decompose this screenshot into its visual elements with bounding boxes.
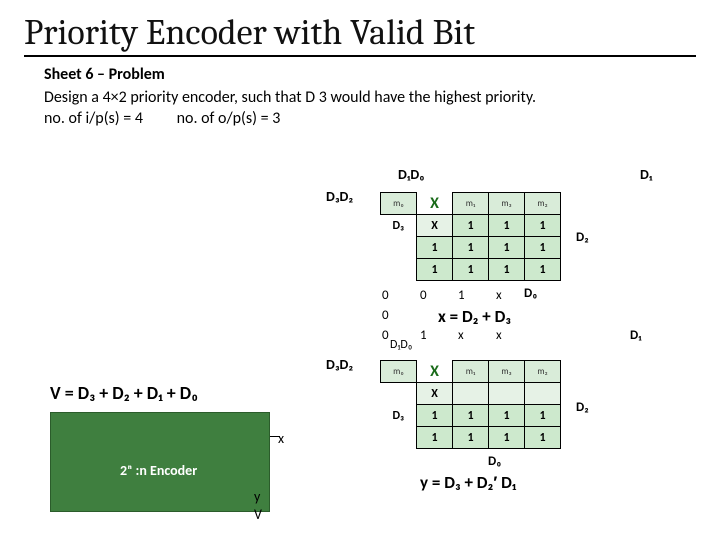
midcol-4c: x <box>496 328 502 343</box>
kmap-y-r0c1 <box>453 383 489 405</box>
midcol-4a: x <box>496 288 502 303</box>
midcol-1c: 0 <box>382 328 389 343</box>
midcol-1b: 0 <box>382 308 389 323</box>
kmap-y-r1c1: 1 <box>453 405 489 427</box>
equation-x: x = D₂ + D₃ <box>438 306 511 327</box>
label-d3d2-bot: D₃D₂ <box>326 356 353 373</box>
output-count: no. of o/p(s) = 3 <box>177 109 281 128</box>
label-d1-right: D₁ <box>640 166 652 183</box>
kmap-y-r0c3 <box>525 383 561 405</box>
kmap-x-r0c2: 1 <box>489 215 525 237</box>
kmap-y-m1: m₁ <box>453 361 489 383</box>
kmap-x-rowlab-d3: D₃ <box>381 215 417 237</box>
kmap-x-m3: m₃ <box>489 193 525 215</box>
kmap-x-r1c2: 1 <box>489 237 525 259</box>
kmap-x-r0c0: X <box>417 215 453 237</box>
encoder-label: 2ⁿ :n Encoder <box>120 462 197 479</box>
kmap-x-m2: m₂ <box>525 193 561 215</box>
kmap-y-r1c2: 1 <box>489 405 525 427</box>
midcol-3c: x <box>458 328 464 343</box>
kmap-x: m₀ X m₁ m₃ m₂ D₃ X 1 1 1 1 1 1 1 1 1 1 1 <box>380 192 561 281</box>
sheet-subtitle: Sheet 6 – Problem <box>44 65 720 84</box>
equation-y: y = D₃ + D₂′ D₁ <box>420 472 516 493</box>
kmap-y-r2c1: 1 <box>453 427 489 449</box>
kmap-x-r0c3: 1 <box>525 215 561 237</box>
kmap-y-r0c2 <box>489 383 525 405</box>
midcol-2a: 0 <box>420 288 427 303</box>
kmap-y-m3: m₃ <box>489 361 525 383</box>
kmap-x-r1c0: 1 <box>417 237 453 259</box>
label-d1d0-bot: D₁D₀ <box>390 338 412 352</box>
label-d0-mid: D₀ <box>524 286 537 301</box>
kmap-y-m2: m₂ <box>525 361 561 383</box>
pin-y: y <box>254 488 260 505</box>
label-d1-rightmid: D₁ <box>630 328 641 343</box>
kmap-y-r0c0: X <box>417 383 453 405</box>
io-line: no. of i/p(s) = 4 no. of o/p(s) = 3 <box>44 109 720 128</box>
label-d3d2-top: D₃D₂ <box>326 188 353 205</box>
kmap-y-r2c3: 1 <box>525 427 561 449</box>
design-line: Design a 4×2 priority encoder, such that… <box>44 88 720 107</box>
kmap-y-r1c3: 1 <box>525 405 561 427</box>
kmap-y: m₀ X m₁ m₃ m₂ X D₃ 1 1 1 1 1 1 1 1 <box>380 360 561 449</box>
pin-v: V <box>254 506 262 523</box>
kmap-y-r1c0: 1 <box>417 405 453 427</box>
kmap-y-r2c2: 1 <box>489 427 525 449</box>
midcol-3a: 1 <box>458 288 465 303</box>
wire <box>270 436 280 437</box>
kmap-x-r2c2: 1 <box>489 259 525 281</box>
kmap-y-head: X <box>430 362 439 381</box>
midcol-1a: 0 <box>382 288 389 303</box>
kmap-y-rowlab-d3: D₃ <box>381 405 417 427</box>
kmap-y-r2c0: 1 <box>417 427 453 449</box>
kmap-x-r0c1: 1 <box>453 215 489 237</box>
kmap-x-m1: m₁ <box>453 193 489 215</box>
page-title: Priority Encoder with Valid Bit <box>24 12 720 53</box>
kmap-x-m0: m₀ <box>381 193 417 215</box>
title-rule <box>24 55 696 57</box>
kmap-x-r1c3: 1 <box>525 237 561 259</box>
label-d1d0-top: D₁D₀ <box>398 166 425 183</box>
label-d0-bot: D₀ <box>488 454 501 469</box>
equation-v: V = D₃ + D₂ + D₁ + D₀ <box>50 382 198 404</box>
kmap-x-r1c1: 1 <box>453 237 489 259</box>
kmap-x-head: X <box>430 194 439 213</box>
kmap-x-r2c3: 1 <box>525 259 561 281</box>
midcol-2c: 1 <box>420 328 427 343</box>
label-d2-right: D₂ <box>576 230 589 245</box>
label-d2-right-bot: D₂ <box>576 400 589 415</box>
kmap-x-r2c0: 1 <box>417 259 453 281</box>
kmap-x-r2c1: 1 <box>453 259 489 281</box>
kmap-y-m0: m₀ <box>381 361 417 383</box>
input-count: no. of i/p(s) = 4 <box>44 109 143 128</box>
pin-x: x <box>278 430 284 447</box>
